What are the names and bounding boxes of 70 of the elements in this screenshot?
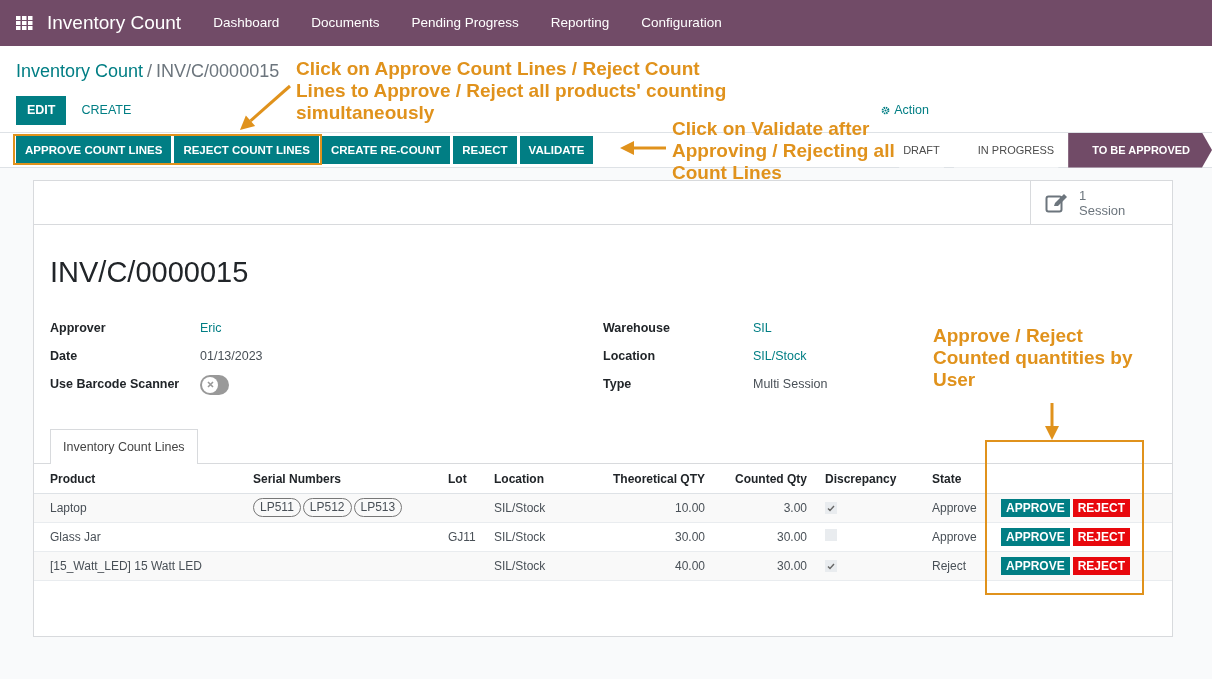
session-count: 1 xyxy=(1079,187,1088,203)
table-cell: SIL/Stock xyxy=(490,493,590,523)
annotation-arrow xyxy=(1045,403,1059,440)
breadcrumb-separator: / xyxy=(147,60,153,83)
table-cell: SIL/Stock xyxy=(490,522,590,552)
table-cell: Laptop xyxy=(34,493,249,523)
table-cell: GJ11 xyxy=(444,522,490,552)
column-header: State xyxy=(928,464,985,494)
table-cell: Glass Jar xyxy=(34,522,249,552)
field-label: Warehouse xyxy=(603,320,671,338)
action-menu[interactable]: Action xyxy=(881,101,929,120)
edit-button[interactable]: EDIT xyxy=(16,95,67,126)
field-link[interactable]: Eric xyxy=(200,319,222,338)
apps-menu-icon[interactable] xyxy=(16,16,33,30)
tab[interactable]: Inventory Count Lines xyxy=(50,428,198,465)
approve-button[interactable]: APPROVE xyxy=(1001,527,1070,546)
field-value: 01/13/2023 xyxy=(200,348,263,366)
field-value: Multi Session xyxy=(753,376,828,394)
status-step[interactable]: TO BE APPROVED xyxy=(1068,132,1212,168)
reject-button[interactable]: REJECT xyxy=(1072,498,1131,517)
toggle-switch[interactable] xyxy=(200,374,229,395)
nav-menu-item[interactable]: Pending Progress xyxy=(411,12,519,34)
field-label: Date xyxy=(50,348,79,366)
table-cell: [15_Watt_LED] 15 Watt LED xyxy=(34,551,249,581)
table-cell: 10.00 xyxy=(590,493,709,523)
nav-menu-item[interactable]: Configuration xyxy=(641,12,722,34)
table-cell: 30.00 xyxy=(709,551,811,581)
header-action-button[interactable]: CREATE RE-COUNT xyxy=(321,135,451,165)
create-button[interactable]: CREATE xyxy=(70,93,143,128)
table-cell: 40.00 xyxy=(590,551,709,581)
header-action-button[interactable]: REJECT xyxy=(453,135,517,165)
edit-icon xyxy=(1045,192,1069,213)
table-cell: Approve xyxy=(928,493,985,523)
session-label: Session xyxy=(1079,202,1126,218)
column-header: Product xyxy=(34,464,249,494)
column-header: Discrepancy xyxy=(811,464,928,494)
annotation-text: Approve / Reject Counted quantities by User xyxy=(933,325,1134,391)
annotation-arrow xyxy=(620,141,666,155)
header-action-button[interactable]: VALIDATE xyxy=(519,135,594,165)
nav-menu-item[interactable]: Documents xyxy=(311,12,380,34)
table-cell: Reject xyxy=(928,551,985,581)
record-title: INV/C/0000015 xyxy=(50,255,250,290)
app-title[interactable]: Inventory Count xyxy=(47,8,182,38)
field-label: Type xyxy=(603,376,633,394)
reject-button[interactable]: REJECT xyxy=(1072,556,1131,575)
column-header: Lot xyxy=(444,464,490,494)
table-cell: 3.00 xyxy=(709,493,811,523)
breadcrumb-current: INV/C/0000015 xyxy=(156,60,280,83)
gear-icon xyxy=(881,105,891,115)
column-header: Location xyxy=(490,464,590,494)
field-label: Approver xyxy=(50,320,107,338)
field-label: Use Barcode Scanner xyxy=(50,376,181,394)
nav-menu-item[interactable]: Reporting xyxy=(550,12,610,34)
column-header: Counted Qty xyxy=(709,464,811,494)
x-mark-icon xyxy=(206,381,214,388)
column-header: Theoretical QTY xyxy=(590,464,709,494)
table-cell: Approve xyxy=(928,522,985,552)
table-cell: 30.00 xyxy=(590,522,709,552)
nav-menu-item[interactable]: Dashboard xyxy=(213,12,280,34)
field-link[interactable]: SIL/Stock xyxy=(753,347,807,366)
breadcrumb-link[interactable]: Inventory Count xyxy=(16,58,144,85)
field-link[interactable]: SIL xyxy=(753,319,772,338)
reject-button[interactable]: REJECT xyxy=(1072,527,1131,546)
column-header: Serial Numbers xyxy=(249,464,444,494)
table-cell: SIL/Stock xyxy=(490,551,590,581)
approve-button[interactable]: APPROVE xyxy=(1001,556,1070,575)
table-cell: 30.00 xyxy=(709,522,811,552)
field-label: Location xyxy=(603,348,657,366)
annotation-arrow xyxy=(240,84,291,130)
approve-button[interactable]: APPROVE xyxy=(1001,498,1070,517)
